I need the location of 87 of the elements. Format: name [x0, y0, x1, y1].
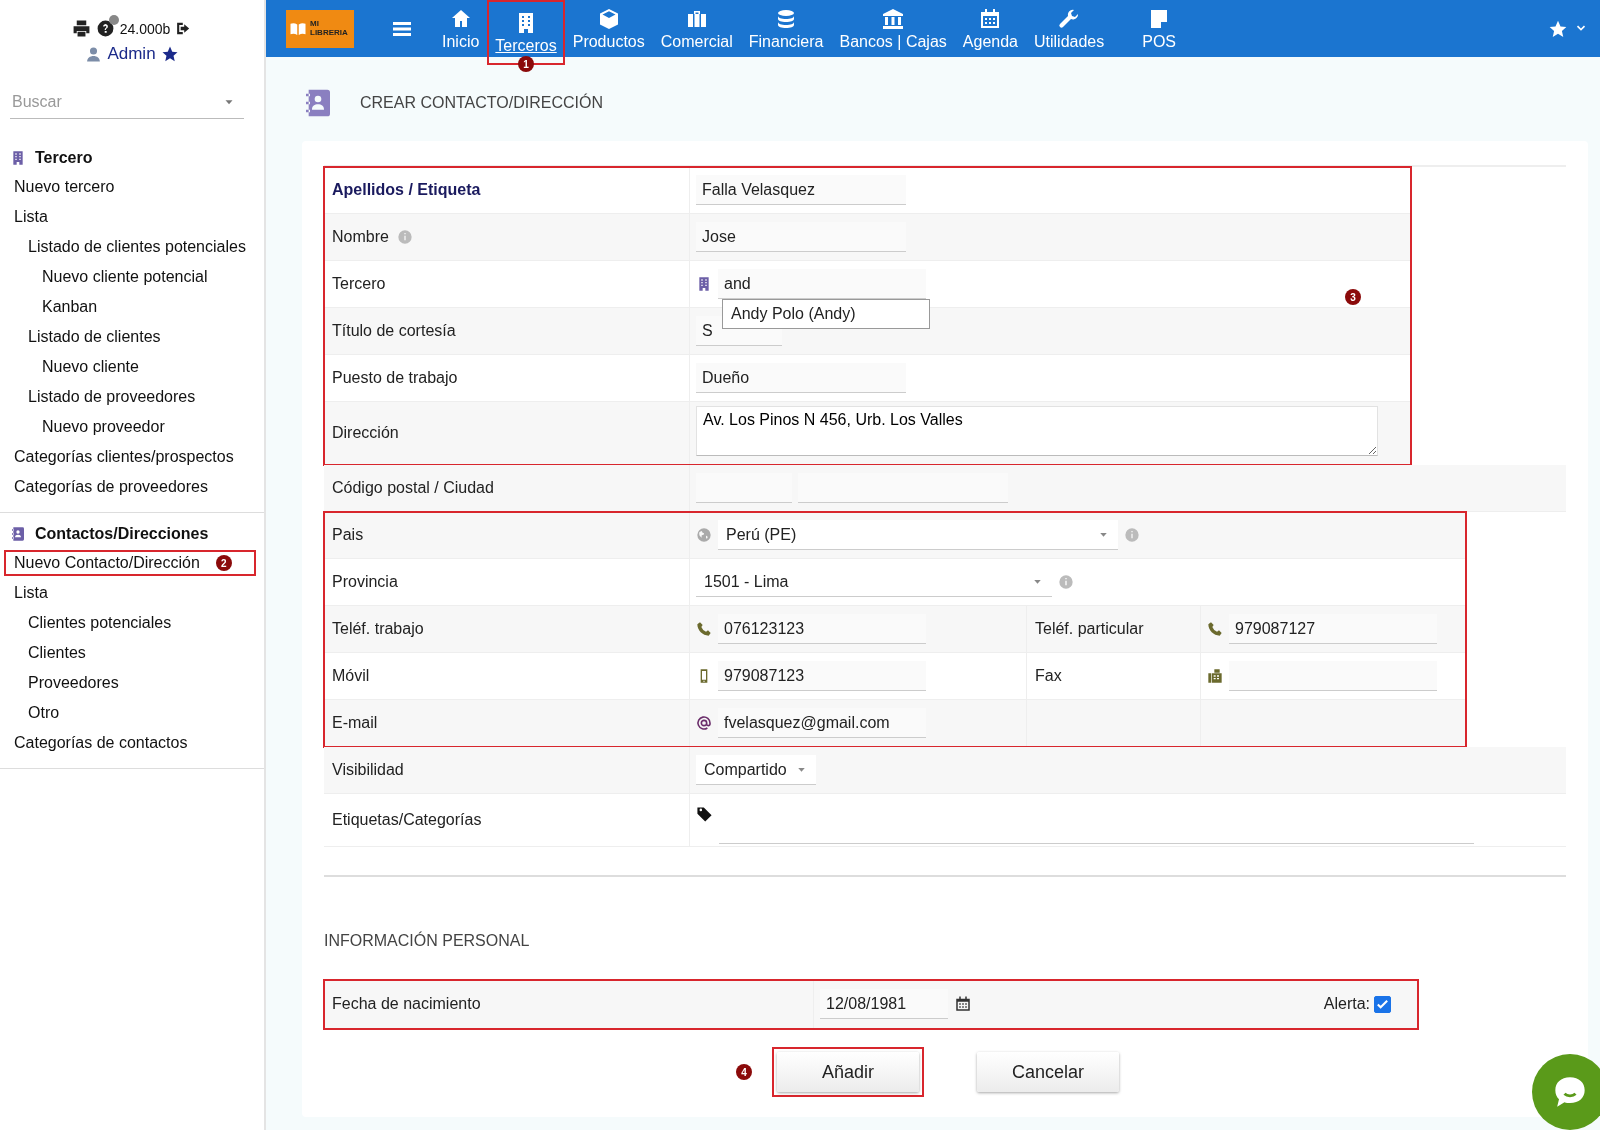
logo[interactable]: MI LIBRERIA — [286, 9, 354, 48]
checkbox-label: Alerta: — [1323, 995, 1370, 1013]
textarea-field[interactable]: Av. Los Pinos N 456, Urb. Los Valles — [696, 406, 1378, 456]
autocomplete-menu[interactable]: Andy Polo (Andy) — [722, 299, 930, 329]
field-label: Teléf. particular — [1035, 620, 1144, 638]
step-badge: 1 — [518, 56, 535, 72]
sidebar-item[interactable]: Nuevo cliente potencial — [42, 268, 208, 286]
field-label: Fax — [1035, 667, 1062, 685]
fax-icon — [1207, 668, 1223, 684]
user-avatar-icon — [85, 45, 103, 63]
input-field[interactable]: and — [718, 269, 926, 299]
sidebar-item[interactable]: Nuevo tercero — [14, 178, 115, 196]
step-badge: 2 — [215, 555, 232, 571]
sidebar-item[interactable]: Proveedores — [28, 674, 119, 692]
sidebar-item[interactable]: Otro — [28, 704, 60, 722]
nav-tab[interactable]: POS — [1112, 0, 1207, 57]
nav-tab[interactable]: Agenda — [954, 0, 1026, 57]
input-field[interactable]: Dueño — [696, 363, 906, 393]
search-field[interactable]: Buscar — [10, 86, 244, 119]
phone-icon — [696, 621, 712, 637]
field-label: Etiquetas/Categorías — [332, 811, 482, 829]
info-icon — [396, 229, 413, 245]
step-badge: 4 — [736, 1064, 752, 1080]
field-label: Título de cortesía — [332, 322, 456, 340]
field-label: Visibilidad — [332, 761, 404, 779]
building-icon — [696, 276, 712, 292]
sidebar-item[interactable]: Nuevo proveedor — [42, 418, 165, 436]
sidebar-item[interactable]: Clientes — [28, 644, 86, 662]
globe-icon — [696, 527, 712, 543]
input-field[interactable]: 979087123 — [718, 661, 926, 691]
sidebar-item[interactable]: Categorías de contactos — [14, 734, 188, 752]
field-label: Tercero — [332, 275, 386, 293]
storage-size: 24.000b — [119, 20, 171, 37]
input-field[interactable] — [1229, 661, 1437, 691]
sidebar-item[interactable]: Lista — [14, 208, 48, 226]
address-book-icon — [10, 526, 26, 542]
field-label: Pais — [332, 526, 364, 544]
field-label: Nombre — [332, 228, 389, 246]
field-label: Fecha de nacimiento — [332, 995, 481, 1013]
form-button[interactable]: Añadir — [777, 1052, 919, 1092]
info-icon — [1124, 527, 1140, 543]
field-label: E-mail — [332, 714, 378, 732]
field-label: Puesto de trabajo — [332, 369, 458, 387]
building-icon — [10, 150, 26, 166]
star-icon[interactable] — [160, 45, 179, 63]
page-title: CREAR CONTACTO/DIRECCIÓN — [360, 94, 603, 112]
help-icon[interactable] — [95, 19, 115, 38]
sidebar-item[interactable]: Categorías de proveedores — [14, 478, 208, 496]
sidebar-item[interactable]: Listado de proveedores — [28, 388, 196, 406]
field-label: Provincia — [332, 573, 398, 591]
sidebar-item[interactable]: Nuevo Contacto/Dirección — [14, 554, 200, 572]
nav-tab[interactable]: Financiera — [740, 0, 832, 57]
sidebar-item[interactable]: Listado de clientes potenciales — [28, 238, 246, 256]
sidebar-heading[interactable]: Tercero — [35, 149, 93, 167]
alert-checkbox[interactable] — [1374, 995, 1391, 1013]
sidebar-heading[interactable]: Contactos/Direcciones — [35, 525, 209, 543]
field-label: Móvil — [332, 667, 370, 685]
bank-icon — [881, 6, 906, 31]
nav-tab[interactable]: Bancos | Cajas — [831, 0, 955, 57]
tag-icon — [696, 806, 713, 823]
sidebar-item[interactable]: Kanban — [42, 298, 98, 316]
sidebar-item[interactable]: Listado de clientes — [28, 328, 161, 346]
sidebar-item[interactable]: Clientes potenciales — [28, 614, 172, 632]
calendar-icon[interactable] — [954, 995, 972, 1013]
nav-tab[interactable]: Productos — [564, 0, 653, 57]
section-title: INFORMACIÓN PERSONAL — [324, 932, 531, 950]
nav-tab[interactable]: Comercial — [652, 0, 741, 57]
printer-icon[interactable] — [71, 19, 91, 38]
phone-icon — [1207, 621, 1223, 637]
nav-tab[interactable]: Inicio — [434, 0, 488, 57]
select-field[interactable]: Perú (PE) — [718, 520, 1118, 550]
nav-tab[interactable]: Utilidades — [1026, 0, 1113, 57]
select-field[interactable]: Compartido — [696, 755, 816, 785]
sidebar-item[interactable]: Lista — [14, 584, 48, 602]
status-dot — [108, 15, 119, 25]
at-sign-icon — [696, 715, 712, 731]
sidebar-item[interactable]: Categorías clientes/prospectos — [14, 448, 234, 466]
step-badge: 3 — [1345, 289, 1361, 305]
field-label: Código postal / Ciudad — [332, 479, 494, 497]
field-label: Teléf. trabajo — [332, 620, 424, 638]
user-link[interactable]: Admin — [107, 44, 156, 64]
field-label: Apellidos / Etiqueta — [332, 181, 481, 199]
sidebar-item[interactable]: Nuevo cliente — [42, 358, 139, 376]
field-label: Dirección — [332, 424, 399, 442]
input-field[interactable]: Falla Velasquez — [696, 175, 906, 205]
info-icon — [1058, 574, 1074, 590]
form-button[interactable]: Cancelar — [977, 1052, 1119, 1092]
